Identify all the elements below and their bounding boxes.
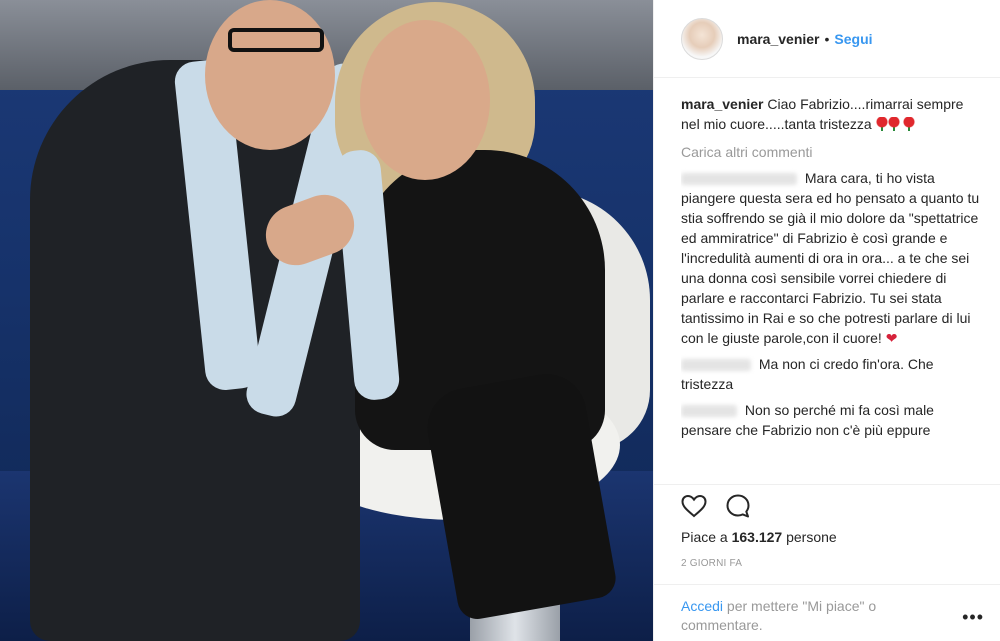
avatar[interactable] <box>681 17 723 60</box>
likes-count[interactable]: Piace a 163.127 persone <box>681 529 837 545</box>
actions-divider <box>654 484 1000 485</box>
header-username[interactable]: mara_venier <box>737 31 820 47</box>
comment-icon <box>726 494 750 518</box>
list-item: Non so perché mi fa così male pensare ch… <box>681 400 981 440</box>
rose-emoji-icon <box>903 117 916 131</box>
like-button[interactable] <box>680 492 708 520</box>
follow-button[interactable]: Segui <box>834 31 872 47</box>
action-icons <box>680 492 752 520</box>
broken-heart-emoji-icon: ❤ <box>885 330 898 346</box>
post-header: mara_venier • Segui <box>654 0 1000 78</box>
caption: mara_venier Ciao Fabrizio....rimarrai se… <box>681 94 981 134</box>
heart-icon <box>681 494 707 518</box>
blurred-username[interactable] <box>681 405 737 418</box>
comments-list[interactable]: mara_venier Ciao Fabrizio....rimarrai se… <box>681 94 981 484</box>
comment-text: Mara cara, ti ho vista piangere questa s… <box>681 170 980 346</box>
more-options-icon[interactable]: ••• <box>962 607 984 628</box>
rose-emoji-icon <box>887 117 900 131</box>
post-photo[interactable] <box>0 0 653 641</box>
post-side-panel: mara_venier • Segui mara_venier Ciao Fab… <box>653 0 1000 641</box>
woman-head <box>360 20 490 180</box>
load-more-comments-button[interactable]: Carica altri commenti <box>681 142 981 162</box>
header-separator: • <box>824 30 830 47</box>
likes-suffix: persone <box>782 529 837 545</box>
footer: Accedi per mettere "Mi piace" o commenta… <box>654 584 1000 641</box>
blurred-username[interactable] <box>681 359 751 372</box>
caption-username[interactable]: mara_venier <box>681 96 764 112</box>
comment-button[interactable] <box>724 492 752 520</box>
list-item: Mara cara, ti ho vista piangere questa s… <box>681 168 981 348</box>
login-link[interactable]: Accedi <box>681 598 723 614</box>
man-glasses <box>228 28 324 52</box>
man-head <box>205 0 335 150</box>
post-timestamp: 2 GIORNI FA <box>681 558 743 569</box>
rose-emoji-icon <box>875 117 888 131</box>
list-item: Ma non ci credo fin'ora. Che tristezza <box>681 354 981 394</box>
login-prompt: Accedi per mettere "Mi piace" o commenta… <box>681 597 931 635</box>
likes-number[interactable]: 163.127 <box>732 529 783 545</box>
likes-prefix: Piace a <box>681 529 732 545</box>
blurred-username[interactable] <box>681 173 797 186</box>
